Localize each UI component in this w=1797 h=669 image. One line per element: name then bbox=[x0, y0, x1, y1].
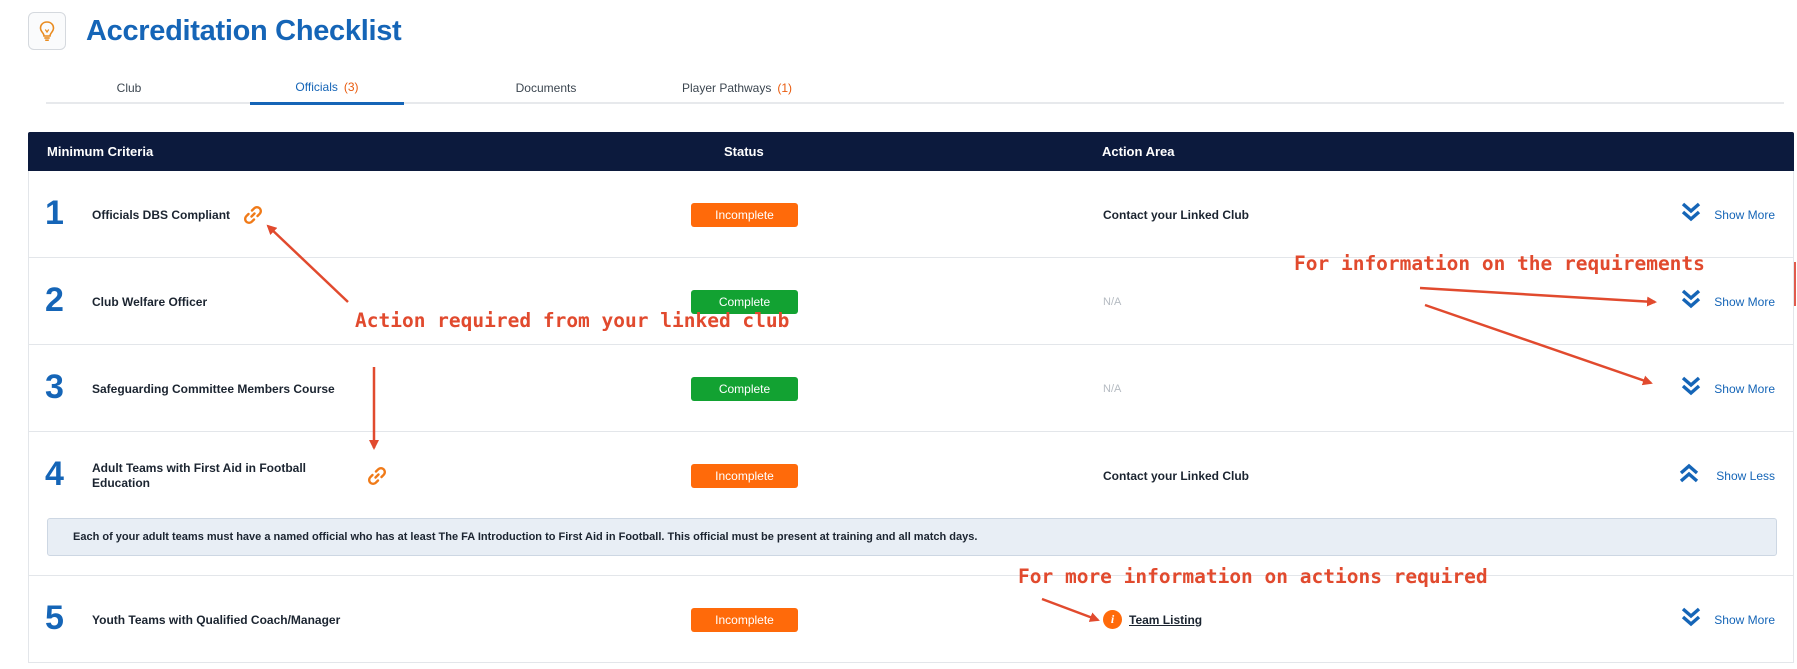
criteria-table: Minimum Criteria Status Action Area 1 Of… bbox=[28, 132, 1794, 663]
toggle-label: Show Less bbox=[1716, 468, 1775, 483]
scrollbar-edge bbox=[1794, 262, 1796, 306]
status-badge: Incomplete bbox=[691, 203, 798, 227]
status-badge: Incomplete bbox=[691, 608, 798, 632]
link-icon bbox=[241, 203, 265, 232]
page-title: Accreditation Checklist bbox=[86, 15, 402, 47]
criteria-label: Adult Teams with First Aid in Football E… bbox=[92, 460, 306, 490]
tab-label: Officials bbox=[295, 80, 338, 94]
double-chevron-down-icon bbox=[1681, 375, 1701, 402]
double-chevron-down-icon bbox=[1681, 606, 1701, 633]
tab-player-pathways[interactable]: Player Pathways (1) bbox=[662, 72, 812, 104]
criteria-detail: Each of your adult teams must have a nam… bbox=[47, 518, 1777, 556]
action-area: N/A bbox=[1103, 295, 1122, 308]
toggle-label: Show More bbox=[1714, 612, 1775, 627]
lightbulb-icon bbox=[28, 12, 66, 50]
tab-documents[interactable]: Documents bbox=[486, 72, 606, 104]
header-minimum-criteria: Minimum Criteria bbox=[47, 144, 154, 159]
callout-requirements: For information on the requirements bbox=[1294, 252, 1705, 275]
link-icon bbox=[365, 464, 389, 493]
table-row: 5 Youth Teams with Qualified Coach/Manag… bbox=[28, 576, 1794, 663]
table-header: Minimum Criteria Status Action Area bbox=[28, 132, 1794, 171]
action-area: i Team Listing bbox=[1103, 576, 1202, 663]
tab-label: Club bbox=[116, 81, 142, 95]
row-number: 2 bbox=[45, 281, 64, 319]
header-status: Status bbox=[724, 144, 764, 159]
show-more-button[interactable]: Show More bbox=[1681, 576, 1775, 663]
show-less-button[interactable]: Show Less bbox=[1679, 432, 1775, 519]
row-number: 3 bbox=[45, 368, 64, 406]
criteria-label: Youth Teams with Qualified Coach/Manager bbox=[92, 612, 341, 627]
callout-linked-club: Action required from your linked club bbox=[355, 309, 790, 332]
tab-club[interactable]: Club bbox=[84, 72, 174, 104]
show-more-button[interactable]: Show More bbox=[1681, 345, 1775, 432]
table-row: 1 Officials DBS Compliant Incomplete Con… bbox=[28, 171, 1794, 258]
criteria-label: Safeguarding Committee Members Course bbox=[92, 381, 335, 396]
status-badge: Complete bbox=[691, 377, 798, 401]
action-area: Contact your Linked Club bbox=[1103, 207, 1250, 222]
team-listing-link[interactable]: Team Listing bbox=[1129, 613, 1202, 627]
double-chevron-down-icon bbox=[1681, 201, 1701, 228]
action-area: N/A bbox=[1103, 382, 1122, 395]
criteria-label: Officials DBS Compliant bbox=[92, 207, 231, 222]
criteria-label: Club Welfare Officer bbox=[92, 294, 208, 309]
header-action-area: Action Area bbox=[1102, 144, 1175, 159]
tab-bar: Club Officials (3) Documents Player Path… bbox=[46, 72, 1784, 105]
tab-count: (1) bbox=[777, 81, 793, 95]
toggle-label: Show More bbox=[1714, 294, 1775, 309]
tab-label: Documents bbox=[515, 81, 577, 95]
row-number: 5 bbox=[45, 599, 64, 637]
tab-label: Player Pathways bbox=[681, 81, 772, 95]
double-chevron-up-icon bbox=[1679, 462, 1699, 489]
info-icon[interactable]: i bbox=[1103, 610, 1122, 629]
tab-count: (3) bbox=[343, 80, 359, 94]
toggle-label: Show More bbox=[1714, 207, 1775, 222]
action-area: Contact your Linked Club bbox=[1103, 468, 1250, 483]
table-row: 4 Adult Teams with First Aid in Football… bbox=[28, 432, 1794, 576]
row-number: 1 bbox=[45, 194, 64, 232]
show-more-button[interactable]: Show More bbox=[1681, 171, 1775, 258]
double-chevron-down-icon bbox=[1681, 288, 1701, 315]
status-badge: Incomplete bbox=[691, 464, 798, 488]
row-number: 4 bbox=[45, 455, 64, 493]
tab-officials[interactable]: Officials (3) bbox=[250, 72, 404, 105]
toggle-label: Show More bbox=[1714, 381, 1775, 396]
table-row: 3 Safeguarding Committee Members Course … bbox=[28, 345, 1794, 432]
callout-actions: For more information on actions required bbox=[1018, 565, 1488, 588]
